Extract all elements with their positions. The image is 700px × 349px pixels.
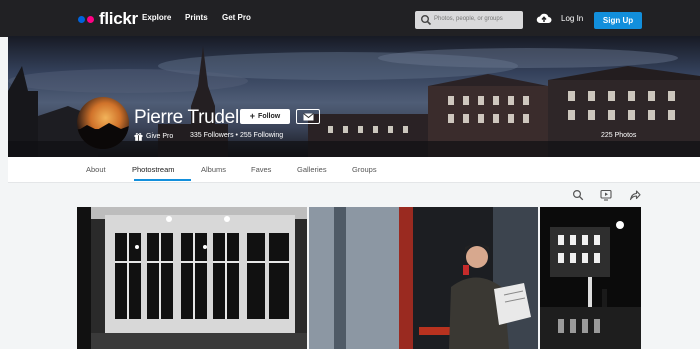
- top-nav: flickr Explore Prints Get Pro Photos, pe…: [0, 0, 700, 37]
- avatar-sunset-image: [77, 123, 129, 149]
- message-button[interactable]: [296, 109, 320, 124]
- follow-button[interactable]: + Follow: [240, 109, 290, 124]
- give-pro-link[interactable]: Give Pro: [134, 132, 173, 141]
- plus-icon: +: [249, 111, 256, 121]
- give-pro-label: Give Pro: [146, 133, 174, 140]
- photo-image: [309, 207, 538, 349]
- search-placeholder: Photos, people, or groups: [434, 16, 503, 22]
- follow-stats: 335 Followers • 255 Following: [190, 132, 283, 139]
- photo-tile-reader[interactable]: [309, 207, 538, 349]
- slideshow-icon[interactable]: [600, 189, 612, 201]
- mail-icon: [302, 112, 314, 120]
- flickr-logo[interactable]: flickr: [78, 9, 138, 28]
- follow-label: Follow: [258, 113, 281, 120]
- nav-link-explore[interactable]: Explore: [142, 13, 171, 22]
- following-count[interactable]: 255 Following: [240, 132, 283, 139]
- share-icon[interactable]: [629, 189, 641, 201]
- tab-photostream[interactable]: Photostream: [132, 165, 175, 174]
- active-tab-indicator: [134, 179, 191, 181]
- search-icon[interactable]: [572, 189, 584, 201]
- stats-separator: •: [235, 132, 238, 139]
- followers-count[interactable]: 335 Followers: [190, 132, 234, 139]
- gift-icon: [134, 133, 143, 141]
- logo-blue-dot: [78, 15, 85, 23]
- search-input[interactable]: Photos, people, or groups: [415, 11, 523, 29]
- upload-cloud-icon[interactable]: [536, 11, 552, 25]
- logo-text: flickr: [99, 9, 138, 28]
- photo-image: [540, 207, 641, 349]
- signup-button[interactable]: Sign Up: [594, 12, 642, 29]
- profile-tabs: About Photostream Albums Faves Galleries…: [8, 157, 700, 183]
- photo-tile-windows[interactable]: [77, 207, 307, 349]
- tab-galleries[interactable]: Galleries: [297, 165, 327, 174]
- logo-pink-dot: [87, 15, 94, 23]
- nav-link-get-pro[interactable]: Get Pro: [222, 13, 251, 22]
- search-icon: [421, 15, 432, 26]
- tab-albums[interactable]: Albums: [201, 165, 226, 174]
- tab-faves[interactable]: Faves: [251, 165, 271, 174]
- profile-name: Pierre Trudel: [134, 107, 239, 128]
- tab-about[interactable]: About: [86, 165, 106, 174]
- nav-link-prints[interactable]: Prints: [185, 13, 208, 22]
- photo-image: [77, 207, 307, 349]
- avatar[interactable]: [77, 97, 129, 149]
- tab-groups[interactable]: Groups: [352, 165, 377, 174]
- login-link[interactable]: Log In: [561, 14, 583, 23]
- photo-tile-night-street[interactable]: [540, 207, 641, 349]
- photos-count: 225 Photos: [601, 132, 637, 139]
